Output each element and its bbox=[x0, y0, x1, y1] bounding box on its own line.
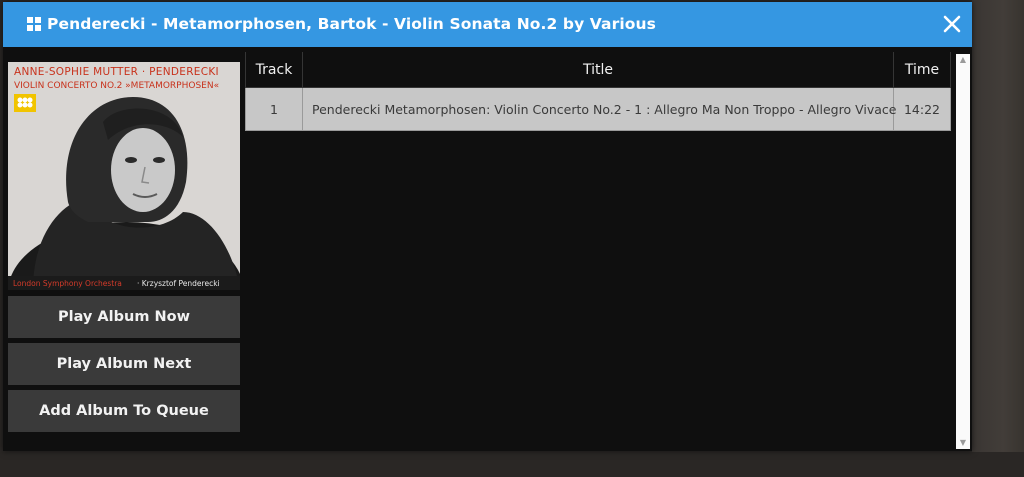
header-title[interactable]: Title bbox=[302, 52, 894, 88]
cover-orchestra: London Symphony Orchestra bbox=[13, 279, 122, 288]
track-table: Track Title Time 1 Penderecki Metamorpho… bbox=[245, 52, 951, 131]
close-icon bbox=[943, 15, 961, 33]
dg-logo bbox=[14, 94, 36, 112]
add-album-to-queue-button[interactable]: Add Album To Queue bbox=[8, 390, 240, 432]
play-album-next-button[interactable]: Play Album Next bbox=[8, 343, 240, 385]
background-page-bottom bbox=[0, 452, 1024, 477]
track-table-container: Track Title Time 1 Penderecki Metamorpho… bbox=[245, 52, 951, 131]
table-row[interactable]: 1 Penderecki Metamorphosen: Violin Conce… bbox=[245, 87, 951, 131]
scrollbar[interactable]: ▲ ▼ bbox=[956, 54, 970, 449]
cell-time: 14:22 bbox=[893, 87, 951, 131]
cell-track: 1 bbox=[245, 87, 303, 131]
cell-title: Penderecki Metamorphosen: Violin Concert… bbox=[302, 87, 896, 131]
header-time[interactable]: Time bbox=[893, 52, 951, 88]
modal-title: Penderecki - Metamorphosen, Bartok - Vio… bbox=[47, 15, 656, 33]
cover-line2: VIOLIN CONCERTO NO.2 »METAMORPHOSEN« bbox=[14, 81, 219, 91]
album-cover: ANNE-SOPHIE MUTTER · PENDERECKI VIOLIN C… bbox=[8, 62, 240, 290]
scroll-down-icon[interactable]: ▼ bbox=[956, 437, 970, 449]
play-album-now-button[interactable]: Play Album Now bbox=[8, 296, 240, 338]
table-header-row: Track Title Time bbox=[245, 52, 951, 88]
modal-header: Penderecki - Metamorphosen, Bartok - Vio… bbox=[3, 2, 972, 47]
cover-conductor: · Krzysztof Penderecki bbox=[137, 279, 220, 288]
background-page bbox=[972, 0, 1024, 477]
album-modal: Penderecki - Metamorphosen, Bartok - Vio… bbox=[3, 2, 972, 451]
scroll-up-icon[interactable]: ▲ bbox=[956, 54, 970, 66]
header-track[interactable]: Track bbox=[245, 52, 303, 88]
cover-line1: ANNE-SOPHIE MUTTER · PENDERECKI bbox=[14, 66, 219, 78]
grid-icon bbox=[27, 17, 41, 31]
close-button[interactable] bbox=[939, 11, 965, 37]
